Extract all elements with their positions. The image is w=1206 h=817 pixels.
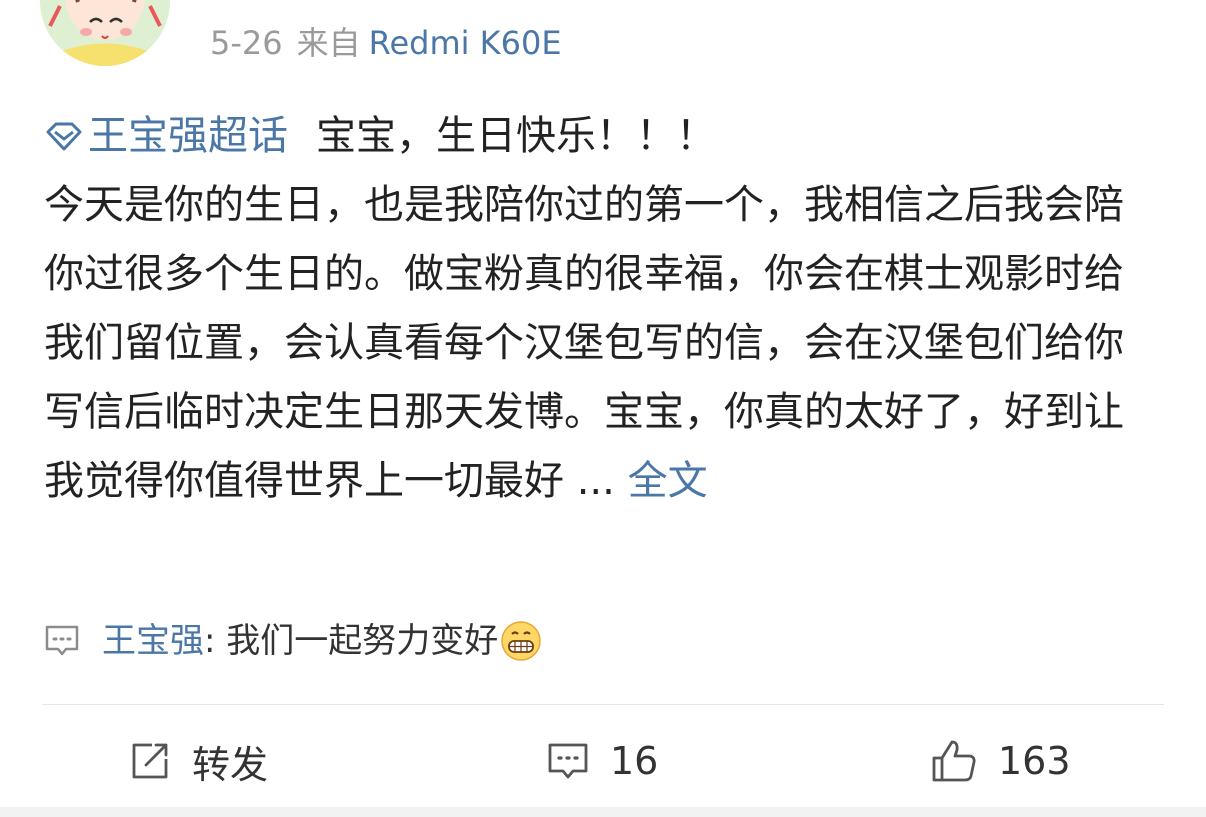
comment-count: 16: [610, 739, 659, 783]
comment-text: : 我们一起努力变好: [204, 621, 499, 661]
thumbs-up-icon: [932, 740, 976, 782]
diamond-topic-icon: [46, 122, 82, 151]
comment-icon: [548, 743, 588, 779]
top-comment[interactable]: 王宝强: 我们一起努力变好: [44, 616, 542, 666]
repost-button[interactable]: 转发: [128, 722, 268, 800]
repost-label: 转发: [192, 742, 269, 787]
card-bottom-separator: [0, 807, 1206, 817]
cartoon-avatar-image: [40, 0, 170, 66]
post-headline: 宝宝，生日快乐！！！: [316, 113, 716, 159]
divider: [42, 704, 1164, 705]
topic-label: 王宝强超话: [88, 113, 288, 159]
grinning-face-emoji: [501, 621, 542, 661]
post-date: 5-26: [210, 24, 283, 62]
full-text-link[interactable]: 全文: [628, 458, 708, 504]
comment-bubble-icon: [45, 625, 79, 656]
avatar[interactable]: [40, 0, 170, 66]
comment-author-link[interactable]: 王宝强: [102, 616, 204, 666]
post-meta: 5-26 来自 Redmi K60E: [210, 22, 562, 64]
like-count: 163: [998, 739, 1071, 783]
action-bar: 转发 16 163: [0, 722, 1206, 800]
post-body: 今天是你的生日，也是我陪你过的第一个，我相信之后我会陪你过很多个生日的。做宝粉真…: [44, 182, 1124, 504]
comment-button[interactable]: 16: [546, 722, 658, 800]
topic-link[interactable]: 王宝强超话: [44, 113, 316, 159]
post-content: 王宝强超话 宝宝，生日快乐！！！ 今天是你的生日，也是我陪你过的第一个，我相信之后…: [44, 102, 1154, 516]
like-button[interactable]: 163: [930, 722, 1071, 800]
device-link[interactable]: Redmi K60E: [369, 24, 562, 62]
source-label: 来自: [296, 24, 361, 62]
repost-icon: [132, 743, 168, 779]
